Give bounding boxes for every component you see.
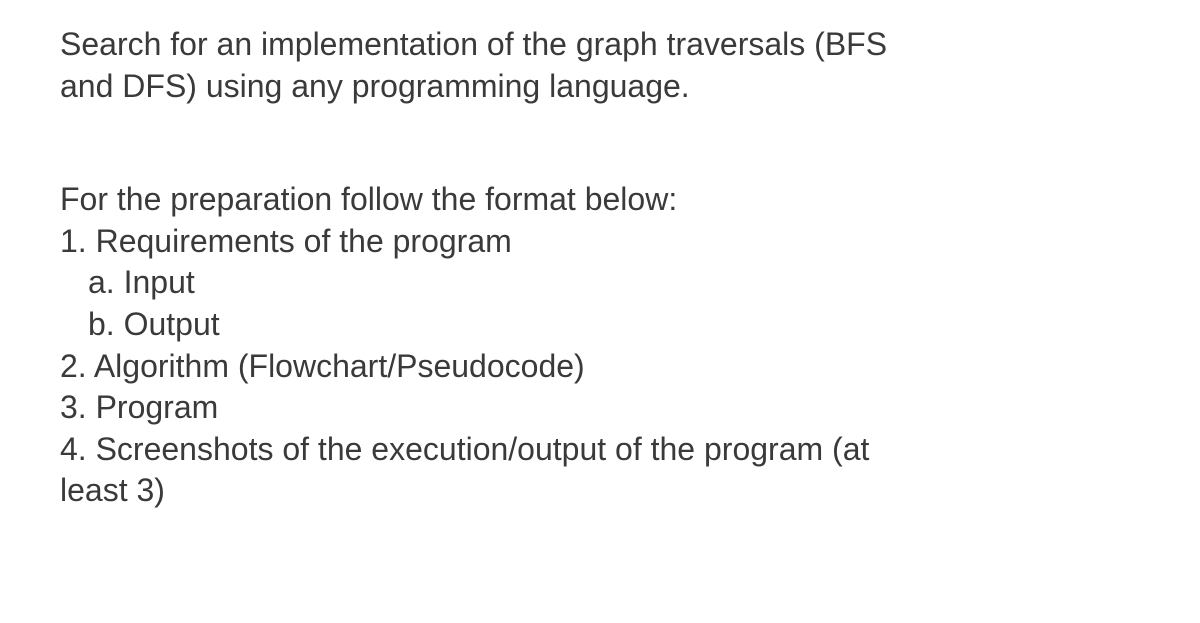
sub-list-item-1a: a. Input (60, 262, 1140, 304)
intro-line-2: and DFS) using any programming language. (60, 66, 1140, 108)
list-item-2: 2. Algorithm (Flowchart/Pseudocode) (60, 346, 1140, 388)
list-item-3: 3. Program (60, 387, 1140, 429)
format-heading: For the preparation follow the format be… (60, 179, 1140, 221)
sub-list-item-1b: b. Output (60, 304, 1140, 346)
intro-line-1: Search for an implementation of the grap… (60, 24, 1140, 66)
list-item-1: 1. Requirements of the program (60, 221, 1140, 263)
intro-paragraph: Search for an implementation of the grap… (60, 24, 1140, 107)
list-item-4: 4. Screenshots of the execution/output o… (60, 429, 1140, 471)
list-item-4-continuation: least 3) (60, 470, 1140, 512)
format-section: For the preparation follow the format be… (60, 179, 1140, 512)
